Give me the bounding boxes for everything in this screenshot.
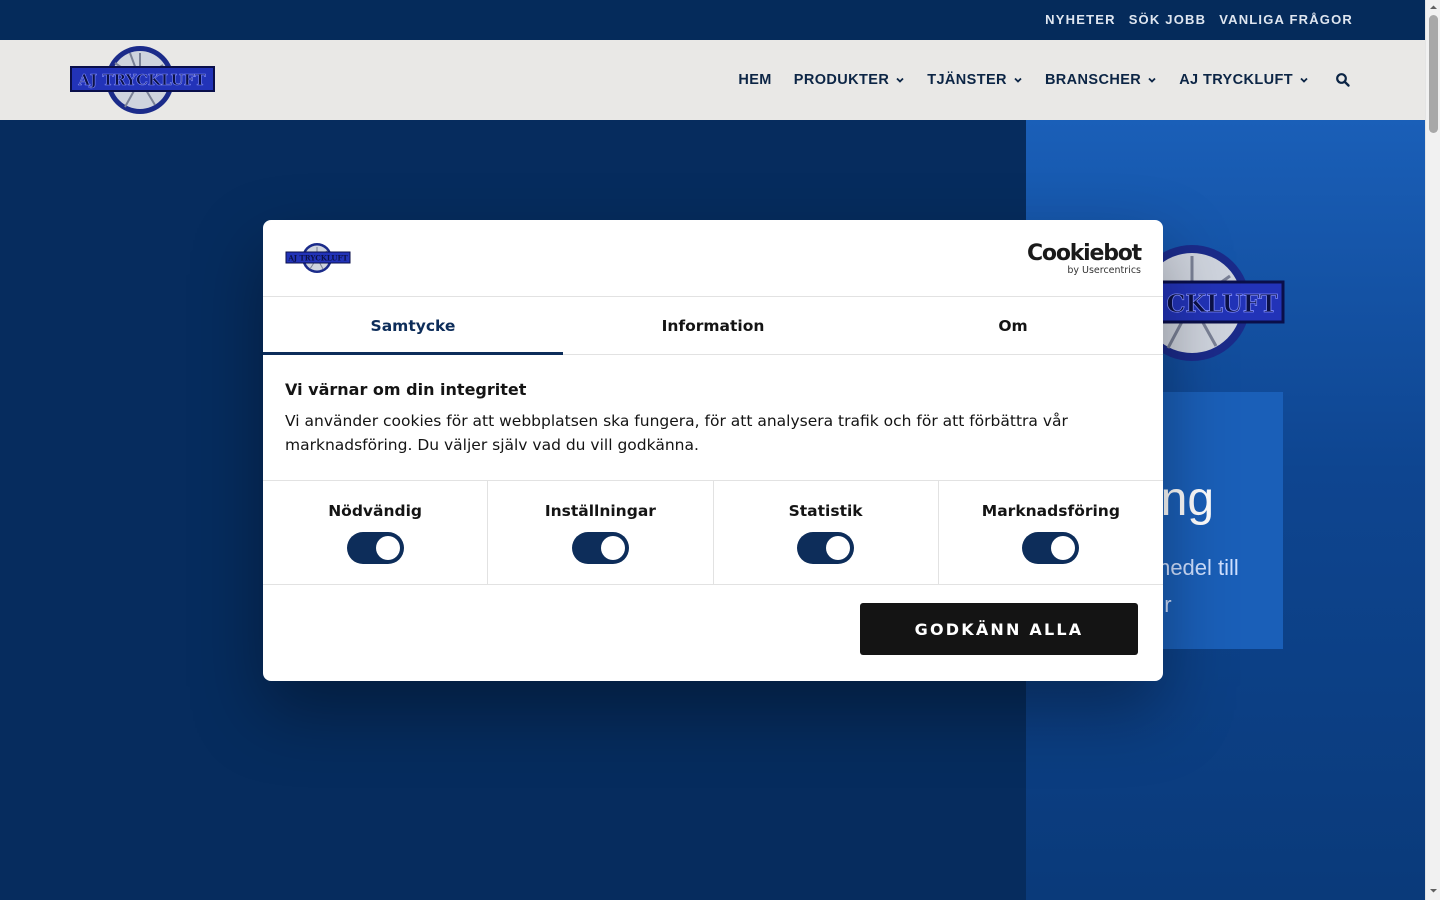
toggle-knob <box>1051 536 1076 560</box>
scroll-thumb[interactable] <box>1429 15 1438 133</box>
consent-toggles: Nödvändig Inställningar Statistik Markna… <box>263 480 1163 585</box>
main-nav: HEM PRODUKTER TJÄNSTER BRANSCHER AJ TRYC… <box>738 40 1351 120</box>
chevron-down-icon <box>1148 77 1156 83</box>
page-scrollbar[interactable] <box>1425 0 1440 900</box>
hero-card-text: medel till <box>1152 555 1239 580</box>
dialog-body: Vi värnar om din integritet Vi använder … <box>285 380 1141 457</box>
cookiebot-by: by Usercentrics <box>1067 265 1141 276</box>
top-link-news[interactable]: NYHETER <box>1045 12 1116 27</box>
nav-home-label: HEM <box>738 72 772 88</box>
toggle-cell-preferences: Inställningar <box>488 481 714 584</box>
logo-text: AJ TRYCKLUFT <box>77 71 206 89</box>
nav-services-label: TJÄNSTER <box>927 72 1007 88</box>
site-logo[interactable]: AJ TRYCKLUFT <box>70 45 215 115</box>
cookie-consent-dialog: AJ TRYCKLUFT Cookiebot by Usercentrics S… <box>263 220 1163 681</box>
toggle-label-preferences: Inställningar <box>544 502 656 520</box>
chevron-down-icon <box>896 77 904 83</box>
dialog-site-logo: AJ TRYCKLUFT <box>285 243 351 273</box>
top-utility-bar: NYHETER SÖK JOBB VANLIGA FRÅGOR <box>0 0 1425 40</box>
site-header: AJ TRYCKLUFT HEM PRODUKTER TJÄNSTER BRAN… <box>0 40 1425 120</box>
toggle-cell-necessary: Nödvändig <box>263 481 489 584</box>
hero-logo-text: CKLUFT <box>1166 289 1277 318</box>
dialog-tabs: Samtycke Information Om <box>263 297 1163 355</box>
toggle-cell-marketing: Marknadsföring <box>939 481 1163 584</box>
dialog-title: Vi värnar om din integritet <box>285 380 527 399</box>
top-links: NYHETER SÖK JOBB VANLIGA FRÅGOR <box>1045 12 1353 27</box>
chevron-down-icon <box>1300 77 1308 83</box>
toggle-knob <box>826 536 851 560</box>
nav-services[interactable]: TJÄNSTER <box>927 72 1023 88</box>
cookiebot-logo[interactable]: Cookiebot by Usercentrics <box>1026 241 1142 277</box>
toggle-label-statistics: Statistik <box>788 502 863 520</box>
toggle-preferences[interactable] <box>571 532 629 564</box>
chevron-down-icon <box>1014 77 1022 83</box>
dialog-header: AJ TRYCKLUFT Cookiebot by Usercentrics <box>263 220 1163 297</box>
toggle-knob <box>375 536 400 560</box>
toggle-label-necessary: Nödvändig <box>328 502 423 520</box>
toggle-knob <box>600 536 625 560</box>
tab-consent[interactable]: Samtycke <box>263 297 563 355</box>
dialog-text: Vi använder cookies för att webbplatsen … <box>285 412 1068 454</box>
nav-products[interactable]: PRODUKTER <box>794 72 905 88</box>
tab-information[interactable]: Information <box>563 297 863 354</box>
scroll-down-icon[interactable] <box>1429 886 1438 895</box>
tab-about[interactable]: Om <box>863 297 1163 354</box>
toggle-cell-statistics: Statistik <box>714 481 939 584</box>
top-link-jobs[interactable]: SÖK JOBB <box>1129 12 1207 27</box>
toggle-marketing[interactable] <box>1022 532 1080 564</box>
scroll-up-icon[interactable] <box>1429 3 1438 12</box>
accept-all-button[interactable]: GODKÄNN ALLA <box>860 603 1138 655</box>
search-icon[interactable] <box>1335 72 1351 88</box>
toggle-statistics[interactable] <box>797 532 855 564</box>
toggle-necessary[interactable] <box>346 532 404 564</box>
cookiebot-name: Cookiebot <box>1026 241 1142 266</box>
nav-company[interactable]: AJ TRYCKLUFT <box>1179 72 1309 88</box>
dialog-logo-text: AJ TRYCKLUFT <box>287 254 348 263</box>
top-link-faq[interactable]: VANLIGA FRÅGOR <box>1219 12 1353 27</box>
nav-home[interactable]: HEM <box>738 72 771 88</box>
toggle-label-marketing: Marknadsföring <box>981 502 1120 520</box>
nav-products-label: PRODUKTER <box>793 72 890 88</box>
nav-industries[interactable]: BRANSCHER <box>1045 72 1157 88</box>
nav-industries-label: BRANSCHER <box>1044 72 1142 88</box>
nav-company-label: AJ TRYCKLUFT <box>1179 72 1293 88</box>
